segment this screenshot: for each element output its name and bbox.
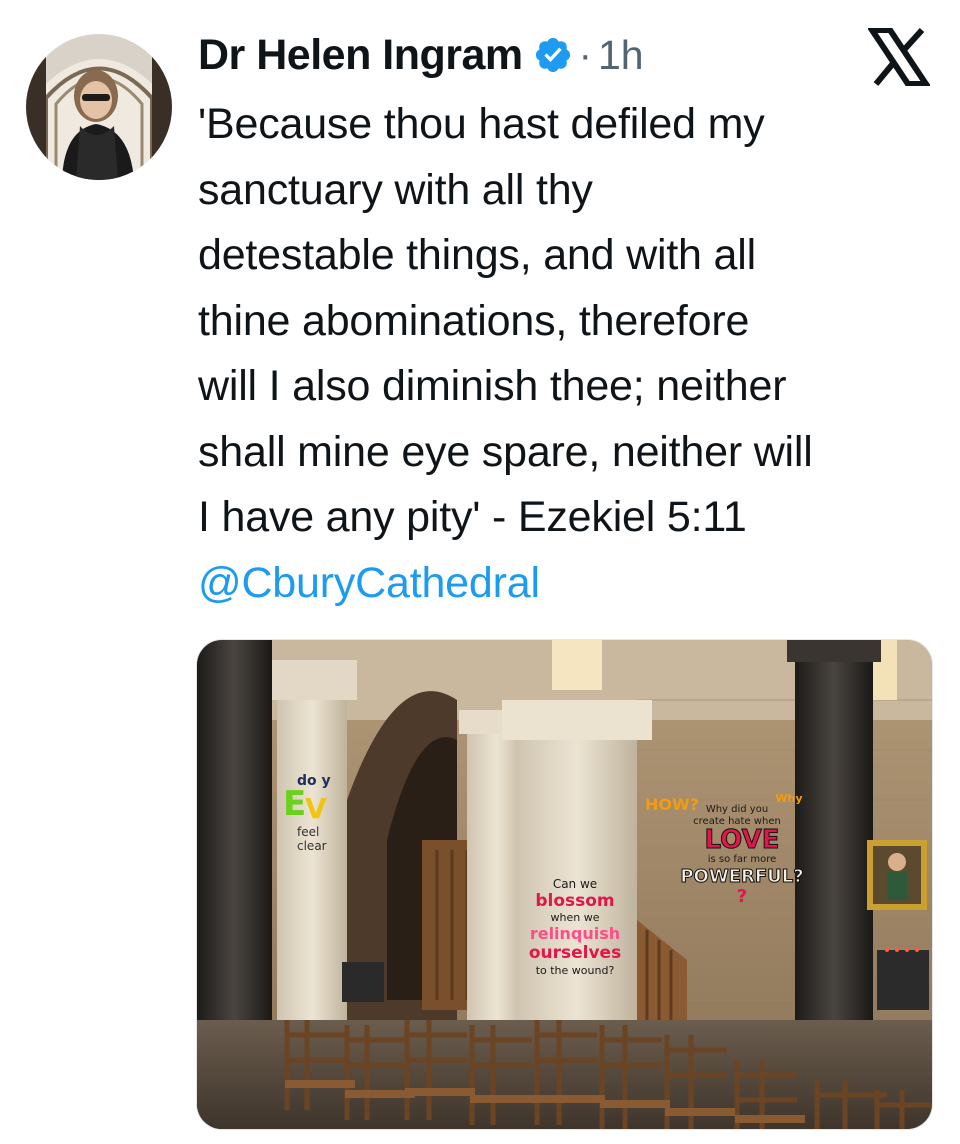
tweet-text-line: shall mine eye spare, neither will (198, 427, 813, 476)
tweet-text-line: 'Because thou hast defiled my (198, 100, 765, 148)
svg-text:HOW?: HOW? (645, 795, 699, 814)
avatar-image (26, 34, 172, 180)
timestamp[interactable]: 1h (598, 32, 644, 79)
svg-text:Why did you: Why did you (706, 804, 768, 815)
svg-text:?: ? (737, 886, 747, 907)
svg-text:POWERFUL?: POWERFUL? (680, 866, 803, 887)
author-name[interactable]: Dr Helen Ingram (198, 31, 523, 80)
svg-text:Can we: Can we (553, 877, 597, 891)
mention-link[interactable]: @CburyCathedral (198, 551, 938, 617)
tweet-media-image[interactable]: do y E V feel clear Can we blossom when … (196, 639, 933, 1130)
svg-text:relinquish: relinquish (530, 924, 620, 943)
svg-text:is so far more: is so far more (708, 854, 777, 865)
svg-text:clear: clear (297, 839, 327, 853)
tweet-text-line: will I also diminish thee; neither (198, 362, 787, 410)
svg-text:to the wound?: to the wound? (536, 964, 615, 977)
tweet-header: Dr Helen Ingram · 1h (198, 24, 644, 86)
svg-text:when we: when we (551, 911, 600, 924)
avatar[interactable] (26, 34, 172, 180)
svg-text:V: V (305, 792, 327, 825)
svg-text:Why: Why (775, 792, 802, 805)
tweet-text-line: sanctuary with all thy (198, 165, 593, 214)
verified-badge-icon (533, 35, 573, 75)
svg-text:blossom: blossom (535, 891, 614, 911)
svg-text:feel: feel (297, 825, 319, 839)
x-logo-icon[interactable] (868, 28, 930, 86)
svg-text:LOVE: LOVE (705, 825, 780, 855)
separator-dot: · (578, 32, 592, 77)
tweet-text: 'Because thou hast defiled my sanctuary … (198, 92, 938, 616)
tweet-text-line: detestable things, and with all (198, 231, 756, 279)
tweet-text-line: thine abominations, therefore (198, 296, 750, 345)
svg-text:ourselves: ourselves (529, 943, 621, 963)
svg-text:E: E (283, 784, 306, 824)
cathedral-photo: do y E V feel clear Can we blossom when … (197, 640, 932, 1129)
tweet-text-line: I have any pity' - Ezekiel 5:11 (198, 493, 747, 541)
